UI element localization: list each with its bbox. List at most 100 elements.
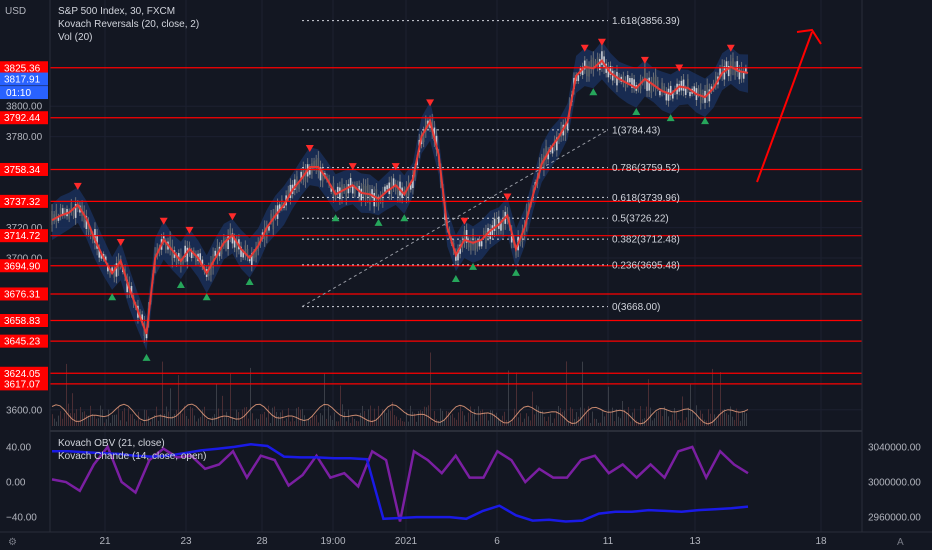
volume-bar bbox=[114, 414, 115, 426]
volume-bar bbox=[510, 422, 511, 426]
volume-bar bbox=[522, 422, 523, 426]
volume-bar bbox=[64, 412, 65, 426]
x-tick-label: 19:00 bbox=[320, 536, 345, 547]
volume-bar bbox=[434, 411, 435, 426]
reversal-down-marker bbox=[159, 217, 168, 225]
volume-bar bbox=[518, 417, 519, 426]
volume-bar bbox=[368, 409, 369, 426]
volume-layer bbox=[51, 352, 749, 426]
volume-bar bbox=[220, 419, 221, 426]
volume-bar bbox=[252, 413, 253, 426]
volume-bar bbox=[710, 413, 711, 426]
volume-bar bbox=[574, 418, 575, 426]
volume-bar bbox=[726, 413, 727, 426]
volume-bar bbox=[300, 409, 301, 426]
volume-bar bbox=[248, 418, 249, 426]
indicator-kovach-reversals[interactable]: Kovach Reversals (20, close, 2) bbox=[58, 18, 199, 31]
time-axis-bg bbox=[0, 532, 932, 550]
volume-bar bbox=[314, 415, 315, 426]
volume-bar bbox=[502, 415, 503, 426]
volume-bar bbox=[642, 419, 643, 426]
fib-level-label: 0.5(3726.22) bbox=[612, 214, 669, 225]
lower-y-tick-label: −40.00 bbox=[6, 513, 37, 524]
level-price-tag: 3758.34 bbox=[4, 165, 41, 176]
volume-bar bbox=[262, 414, 263, 426]
volume-bar bbox=[508, 370, 509, 426]
pane-separator bbox=[0, 430, 932, 432]
support-resistance-lines[interactable] bbox=[50, 67, 862, 385]
volume-bar bbox=[348, 409, 349, 426]
fib-level-label: 0(3668.00) bbox=[612, 302, 660, 313]
volume-bar bbox=[492, 410, 493, 426]
indicator-kovach-chande[interactable]: Kovach Chande (14, close, open) bbox=[58, 450, 206, 463]
lower-y-tick-label: 0.00 bbox=[6, 478, 26, 489]
volume-bar bbox=[192, 408, 193, 426]
candle-body bbox=[689, 92, 691, 97]
volume-bar bbox=[290, 421, 291, 426]
volume-bar bbox=[332, 419, 333, 426]
volume-bar bbox=[404, 421, 405, 426]
volume-bar bbox=[286, 418, 287, 426]
level-price-tag: 3676.31 bbox=[4, 289, 41, 300]
volume-bar bbox=[504, 411, 505, 426]
volume-bar bbox=[658, 411, 659, 426]
level-price-tag: 3617.07 bbox=[4, 379, 41, 390]
volume-bar bbox=[486, 412, 487, 426]
volume-bar bbox=[596, 419, 597, 426]
volume-bar bbox=[246, 407, 247, 426]
auto-scale-button: A bbox=[897, 537, 904, 548]
reversal-up-marker bbox=[245, 278, 254, 286]
volume-bar bbox=[298, 406, 299, 426]
volume-bar bbox=[454, 417, 455, 426]
volume-bar bbox=[712, 368, 713, 426]
volume-bar bbox=[198, 418, 199, 426]
symbol-title[interactable]: S&P 500 Index, 30, FXCM bbox=[58, 5, 199, 18]
volume-bar bbox=[496, 412, 497, 426]
volume-bar bbox=[424, 406, 425, 426]
level-price-tag: 3737.32 bbox=[4, 197, 41, 208]
volume-bar bbox=[340, 385, 341, 426]
fib-level-label: 0.786(3759.52) bbox=[612, 163, 680, 174]
volume-bar bbox=[116, 414, 117, 426]
forecast-arrow-shaft bbox=[756, 31, 813, 183]
indicator-volume[interactable]: Vol (20) bbox=[58, 31, 199, 44]
volume-bar bbox=[200, 417, 201, 426]
volume-bar bbox=[674, 408, 675, 426]
volume-bar bbox=[550, 413, 551, 426]
volume-bar bbox=[558, 406, 559, 426]
volume-bar bbox=[460, 405, 461, 426]
last-price-tag: 3817.91 bbox=[4, 75, 41, 86]
volume-bar bbox=[684, 420, 685, 426]
volume-bar bbox=[272, 407, 273, 426]
volume-bar bbox=[222, 395, 223, 426]
level-price-tag: 3714.72 bbox=[4, 231, 41, 242]
volume-bar bbox=[216, 384, 217, 426]
volume-bar bbox=[484, 412, 485, 426]
volume-bar bbox=[430, 352, 431, 426]
indicator-kovach-obv[interactable]: Kovach OBV (21, close) bbox=[58, 437, 206, 450]
volume-bar bbox=[690, 384, 691, 426]
volume-bar bbox=[456, 419, 457, 426]
fibonacci-retracement[interactable]: 1.618(3856.39) 1(3784.43) 0.786(3759.52) 0.… bbox=[301, 16, 680, 313]
level-price-tag: 3658.83 bbox=[4, 316, 41, 327]
volume-bar bbox=[76, 409, 77, 426]
volume-bar bbox=[646, 406, 647, 426]
fib-level-label: 0.236(3695.48) bbox=[612, 260, 680, 271]
volume-bar bbox=[356, 420, 357, 426]
volume-bar bbox=[482, 409, 483, 426]
volume-bar bbox=[146, 410, 147, 426]
volume-bar bbox=[746, 413, 747, 426]
volume-bar bbox=[652, 420, 653, 426]
volume-bar bbox=[284, 420, 285, 426]
candle-body bbox=[360, 188, 363, 201]
right-y-tick-label: 3040000.00 bbox=[868, 442, 921, 453]
candle-body bbox=[495, 217, 498, 230]
main-chart[interactable]: 1.618(3856.39) 1(3784.43) 0.786(3759.52) 0.… bbox=[0, 0, 932, 550]
volume-bar bbox=[102, 409, 103, 426]
reversal-up-marker bbox=[451, 274, 460, 282]
volume-bar bbox=[328, 406, 329, 426]
right-y-tick-label: 2960000.00 bbox=[868, 513, 921, 524]
y-tick-label: 3800.00 bbox=[6, 102, 43, 113]
volume-bar bbox=[534, 414, 535, 426]
volume-bar bbox=[264, 411, 265, 426]
